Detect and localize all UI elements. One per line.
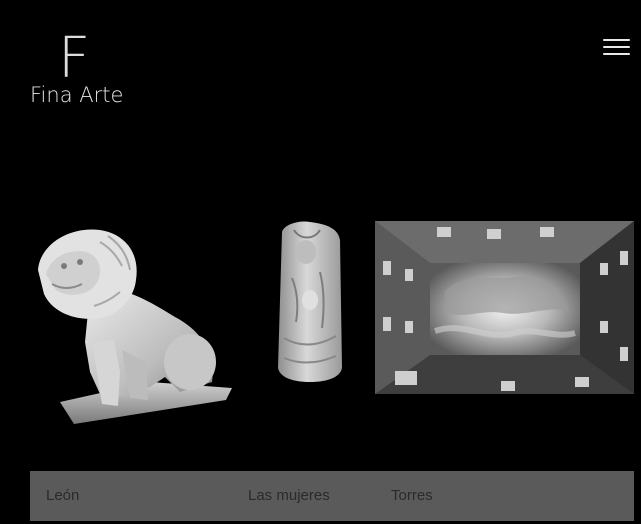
site-logo[interactable]: F Fina Arte: [30, 26, 130, 108]
caption-torres[interactable]: Torres: [391, 487, 433, 505]
lion-sculpture-image: [38, 229, 232, 424]
gallery-image-mujeres[interactable]: [270, 218, 348, 388]
gallery-image-leon[interactable]: [30, 222, 242, 430]
caption-leon[interactable]: León: [46, 487, 79, 505]
female-figure-column-image: [278, 221, 342, 382]
logo-name: Fina Arte: [30, 83, 124, 107]
logo-letter: F: [58, 26, 91, 91]
courtyard-sky-photo: [375, 221, 634, 394]
menu-bar: [603, 53, 630, 55]
menu-bar: [603, 39, 630, 41]
hamburger-menu-icon[interactable]: [603, 37, 631, 59]
gallery-image-torres[interactable]: [375, 221, 634, 394]
caption-bar: León Las mujeres Torres: [30, 471, 634, 521]
caption-mujeres[interactable]: Las mujeres: [248, 487, 330, 505]
menu-bar: [603, 46, 630, 48]
